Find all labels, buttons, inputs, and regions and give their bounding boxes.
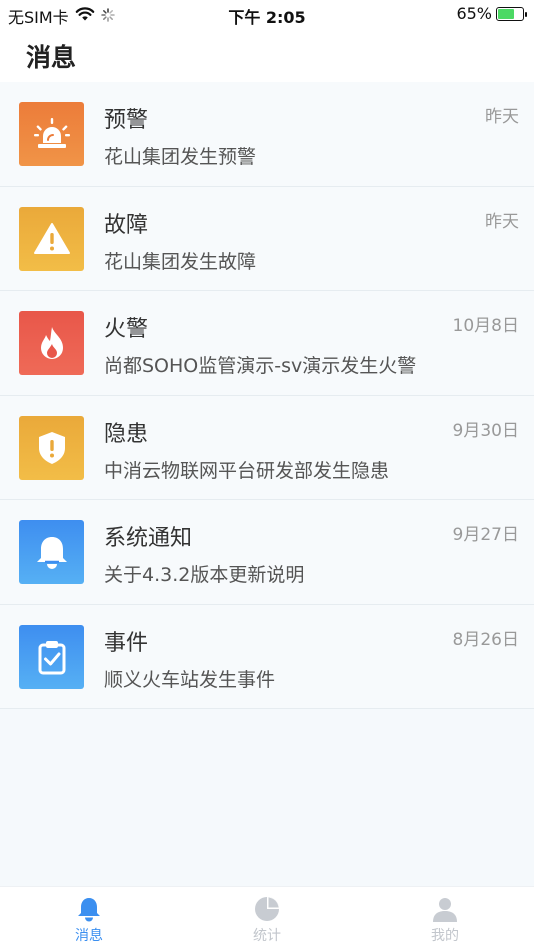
message-list: 预警 花山集团发生预警 昨天 故障 花山集团发生故障 昨天 火警 尚都SOHO监… <box>0 82 534 709</box>
tab-profile[interactable]: 我的 <box>356 887 534 950</box>
header: 消息 <box>0 28 534 82</box>
message-item-hazard[interactable]: 隐患 中消云物联网平台研发部发生隐患 9月30日 <box>0 395 534 500</box>
message-icon-tile <box>19 311 84 375</box>
message-icon-tile <box>19 520 84 584</box>
message-desc: 中消云物联网平台研发部发生隐患 <box>104 459 390 482</box>
bell-icon <box>36 537 67 569</box>
message-desc: 花山集团发生故障 <box>104 250 257 273</box>
status-right: 65% <box>456 4 527 23</box>
status-time: 下午 2:05 <box>228 8 306 27</box>
tab-label: 统计 <box>253 928 281 944</box>
warning-triangle-icon <box>33 222 70 254</box>
message-icon-tile <box>19 415 84 480</box>
message-item-fire[interactable]: 火警 尚都SOHO监管演示-sv演示发生火警 10月8日 <box>0 291 534 396</box>
message-title: 故障 <box>104 212 149 238</box>
bell-icon <box>78 898 100 922</box>
message-desc: 尚都SOHO监管演示-sv演示发生火警 <box>104 355 417 377</box>
shield-alert-icon <box>38 431 65 464</box>
message-date: 昨天 <box>485 107 519 127</box>
battery-level <box>498 8 514 19</box>
message-title: 事件 <box>104 630 149 656</box>
message-title: 预警 <box>104 108 149 133</box>
tab-messages[interactable]: 消息 <box>0 887 178 950</box>
page-title: 消息 <box>26 43 77 72</box>
message-title: 火警 <box>104 317 149 342</box>
battery-percent: 65% <box>456 4 492 23</box>
message-item-event[interactable]: 事件 顺义火车站发生事件 8月26日 <box>0 604 534 709</box>
siren-icon <box>33 118 70 148</box>
status-bar: 无SIM卡 下午 2:05 65% <box>0 0 534 28</box>
battery-icon <box>496 6 527 21</box>
message-title: 系统通知 <box>104 526 193 551</box>
message-date: 8月26日 <box>452 629 519 650</box>
clipboard-check-icon <box>38 640 65 674</box>
pie-chart-icon <box>255 897 279 921</box>
message-item-system-notice[interactable]: 系统通知 关于4.3.2版本更新说明 9月27日 <box>0 500 534 605</box>
message-icon-tile <box>19 102 84 166</box>
user-icon <box>433 898 457 922</box>
message-icon-tile <box>19 206 84 271</box>
message-desc: 花山集团发生预警 <box>104 146 257 168</box>
message-title: 隐患 <box>104 421 149 447</box>
message-date: 昨天 <box>485 211 519 232</box>
message-item-fault[interactable]: 故障 花山集团发生故障 昨天 <box>0 186 534 291</box>
message-icon-tile <box>19 624 84 689</box>
message-desc: 顺义火车站发生事件 <box>104 668 276 691</box>
message-date: 9月27日 <box>452 525 519 545</box>
tab-label: 我的 <box>431 928 459 944</box>
message-item-warning[interactable]: 预警 花山集团发生预警 昨天 <box>0 82 534 187</box>
tab-statistics[interactable]: 统计 <box>178 887 356 950</box>
tab-bar: 消息 统计 我的 <box>0 886 534 950</box>
message-date: 9月30日 <box>452 420 519 441</box>
flame-icon <box>40 327 63 359</box>
message-desc: 关于4.3.2版本更新说明 <box>104 564 305 586</box>
message-date: 10月8日 <box>452 316 519 336</box>
tab-label: 消息 <box>75 928 103 944</box>
